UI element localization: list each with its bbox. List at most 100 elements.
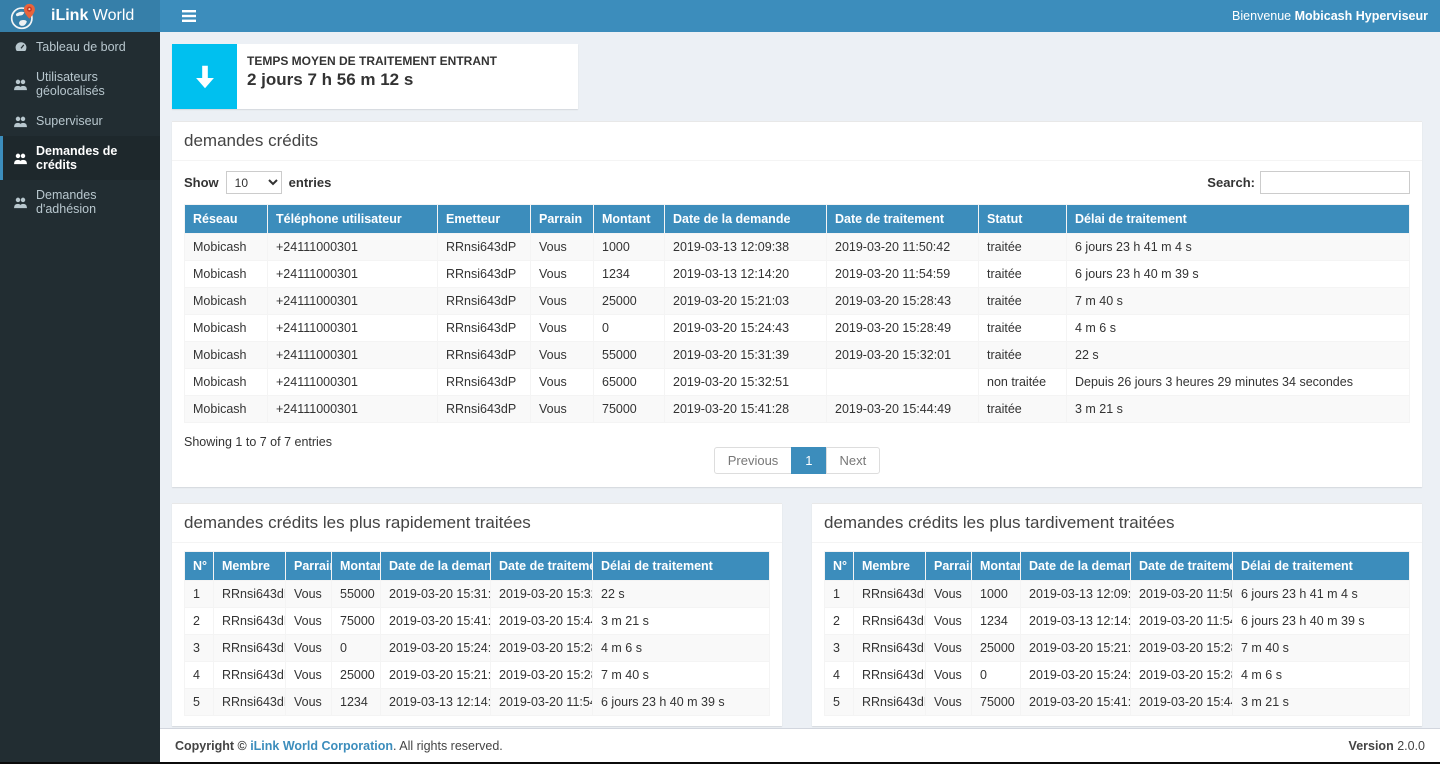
- table-cell: 2019-03-20 15:28:49: [827, 315, 979, 342]
- table-cell: Vous: [926, 581, 972, 608]
- table-cell: 3: [185, 635, 214, 662]
- fastest-table-header-row: N°MembreParrainMontantDate de la demande…: [185, 552, 770, 581]
- next-page-button[interactable]: Next: [826, 447, 881, 474]
- column-header[interactable]: Parrain: [286, 552, 332, 581]
- sidebar-toggle-button[interactable]: [172, 0, 206, 32]
- sidebar-item-label: Demandes d'adhésion: [36, 188, 154, 216]
- search-input[interactable]: [1260, 171, 1410, 194]
- table-cell: 3 m 21 s: [593, 608, 770, 635]
- previous-page-button[interactable]: Previous: [714, 447, 793, 474]
- sidebar: Tableau de bord Utilisateurs géolocalisé…: [0, 32, 160, 764]
- column-header[interactable]: Emetteur: [438, 205, 531, 234]
- table-cell: RRnsi643dP: [438, 342, 531, 369]
- table-cell: RRnsi643dP: [854, 635, 926, 662]
- table-cell: 2019-03-20 15:44:49: [1131, 689, 1233, 716]
- table-row: 5RRnsi643dPVous750002019-03-20 15:41:282…: [825, 689, 1410, 716]
- users-icon: [13, 78, 28, 91]
- column-header[interactable]: Montant: [972, 552, 1021, 581]
- table-cell: Vous: [531, 234, 594, 261]
- column-header[interactable]: Téléphone utilisateur: [268, 205, 438, 234]
- column-header[interactable]: N°: [825, 552, 854, 581]
- users-icon: [13, 152, 28, 165]
- table-cell: +24111000301: [268, 342, 438, 369]
- table-cell: Vous: [531, 396, 594, 423]
- column-header[interactable]: Date de la demande: [1021, 552, 1131, 581]
- table-cell: Vous: [531, 288, 594, 315]
- table-cell: 22 s: [593, 581, 770, 608]
- arrow-down-icon: [190, 62, 220, 92]
- table-cell: 2019-03-20 15:21:03: [1021, 635, 1131, 662]
- table-cell: 1234: [972, 608, 1021, 635]
- column-header[interactable]: Date de traitement: [827, 205, 979, 234]
- column-header[interactable]: N°: [185, 552, 214, 581]
- column-header[interactable]: Date de la demande: [665, 205, 827, 234]
- stat-card-icon-box: [172, 44, 237, 109]
- column-header[interactable]: Date de traitement: [1131, 552, 1233, 581]
- table-cell: 5: [825, 689, 854, 716]
- fastest-panel-heading: demandes crédits les plus rapidement tra…: [172, 504, 782, 543]
- table-cell: +24111000301: [268, 396, 438, 423]
- column-header[interactable]: Membre: [854, 552, 926, 581]
- table-cell: Mobicash: [185, 288, 268, 315]
- table-cell: 55000: [594, 342, 665, 369]
- table-cell: Vous: [926, 689, 972, 716]
- table-cell: RRnsi643dP: [214, 581, 286, 608]
- table-cell: 2019-03-20 11:54:59: [1131, 608, 1233, 635]
- table-cell: RRnsi643dP: [214, 635, 286, 662]
- sidebar-item-utilisateurs-geolocalises[interactable]: Utilisateurs géolocalisés: [0, 62, 160, 106]
- table-cell: 4 m 6 s: [1067, 315, 1410, 342]
- column-header[interactable]: Montant: [594, 205, 665, 234]
- table-cell: 2019-03-20 15:32:01: [827, 342, 979, 369]
- entries-label: entries: [289, 175, 332, 190]
- table-cell: 1: [185, 581, 214, 608]
- table-cell: 3 m 21 s: [1067, 396, 1410, 423]
- table-cell: 2019-03-13 12:14:20: [665, 261, 827, 288]
- table-cell: 3: [825, 635, 854, 662]
- table-cell: 2019-03-13 12:09:38: [665, 234, 827, 261]
- table-cell: Mobicash: [185, 234, 268, 261]
- column-header[interactable]: Délai de traitement: [593, 552, 770, 581]
- brand-logo-area[interactable]: iLink World: [0, 0, 160, 32]
- fastest-panel: demandes crédits les plus rapidement tra…: [172, 503, 782, 726]
- column-header[interactable]: Date de la demande: [381, 552, 491, 581]
- column-header[interactable]: Date de traitement: [491, 552, 593, 581]
- table-cell: 2019-03-20 15:24:43: [1021, 662, 1131, 689]
- column-header[interactable]: Délai de traitement: [1233, 552, 1410, 581]
- table-cell: Vous: [286, 635, 332, 662]
- column-header[interactable]: Réseau: [185, 205, 268, 234]
- sidebar-item-label: Tableau de bord: [36, 40, 126, 54]
- table-row: 2RRnsi643dPVous12342019-03-13 12:14:2020…: [825, 608, 1410, 635]
- column-header[interactable]: Statut: [979, 205, 1067, 234]
- table-footer: Showing 1 to 7 of 7 entries Previous 1 N…: [184, 433, 1410, 477]
- page-length-select[interactable]: 10: [226, 171, 282, 194]
- table-cell: 75000: [332, 608, 381, 635]
- table-cell: 55000: [332, 581, 381, 608]
- table-cell: 2019-03-20 15:28:49: [1131, 662, 1233, 689]
- table-cell: 0: [972, 662, 1021, 689]
- company-link[interactable]: iLink World Corporation: [250, 739, 393, 753]
- table-cell: 2019-03-20 15:28:49: [491, 635, 593, 662]
- table-cell: 75000: [972, 689, 1021, 716]
- column-header[interactable]: Membre: [214, 552, 286, 581]
- table-cell: RRnsi643dP: [438, 315, 531, 342]
- bottom-panels-row: demandes crédits les plus rapidement tra…: [172, 503, 1422, 726]
- sidebar-item-demandes-de-credits[interactable]: Demandes de crédits: [0, 136, 160, 180]
- table-cell: traitée: [979, 234, 1067, 261]
- sidebar-item-superviseur[interactable]: Superviseur: [0, 106, 160, 136]
- table-cell: 6 jours 23 h 40 m 39 s: [1233, 608, 1410, 635]
- sidebar-item-demandes-dadhesion[interactable]: Demandes d'adhésion: [0, 180, 160, 224]
- page-number-button[interactable]: 1: [791, 447, 826, 474]
- column-header[interactable]: Montant: [332, 552, 381, 581]
- column-header[interactable]: Délai de traitement: [1067, 205, 1410, 234]
- table-cell: 2019-03-20 15:21:03: [381, 662, 491, 689]
- footer: Copyright © iLink World Corporation. All…: [160, 728, 1440, 762]
- credits-panel: demandes crédits Show 10 entries Search:: [172, 121, 1422, 487]
- table-cell: 4: [185, 662, 214, 689]
- dashboard-icon: [13, 40, 28, 54]
- table-cell: 2019-03-13 12:14:20: [1021, 608, 1131, 635]
- table-cell: RRnsi643dP: [854, 608, 926, 635]
- column-header[interactable]: Parrain: [926, 552, 972, 581]
- column-header[interactable]: Parrain: [531, 205, 594, 234]
- sidebar-item-tableau-de-bord[interactable]: Tableau de bord: [0, 32, 160, 62]
- top-bar: iLink World Bienvenue Mobicash Hypervise…: [0, 0, 1440, 32]
